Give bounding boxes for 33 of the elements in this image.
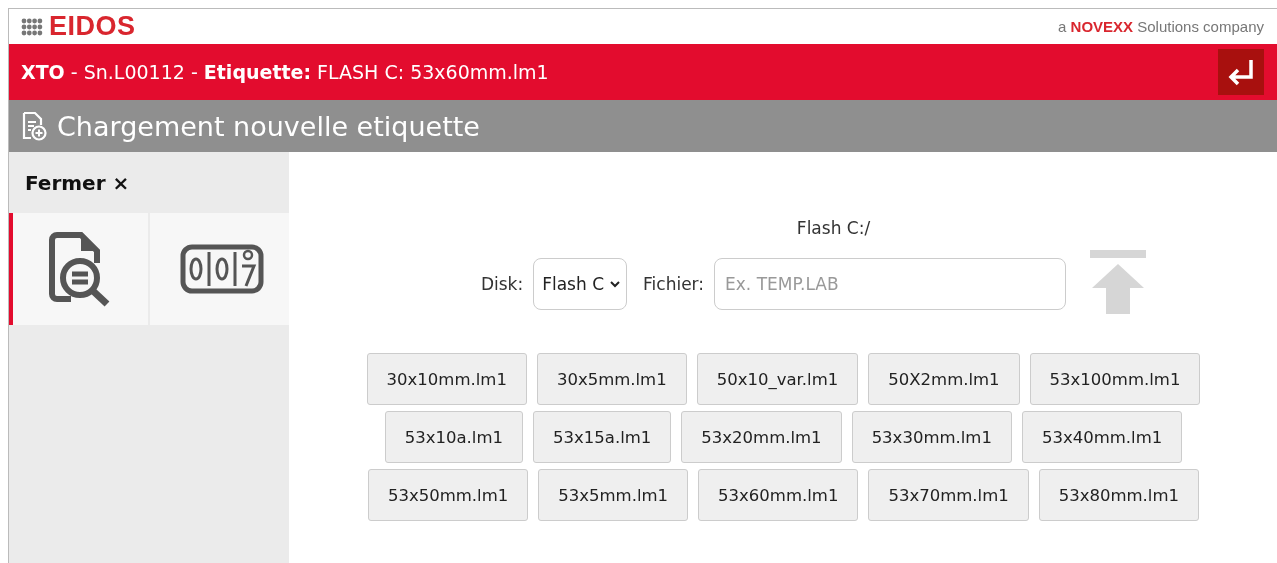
new-document-icon (21, 111, 47, 141)
return-button[interactable] (1218, 49, 1264, 95)
label-file-button[interactable]: 53x60mm.lm1 (698, 469, 859, 521)
return-arrow-icon (1226, 57, 1256, 87)
label-file-button[interactable]: 53x40mm.lm1 (1021, 411, 1183, 463)
label-file-button[interactable]: 50X2mm.lm1 (868, 353, 1020, 405)
counter-icon (179, 244, 264, 294)
disk-label: Disk: (480, 273, 524, 294)
disk-select[interactable]: Flash C (533, 257, 628, 310)
label-file-button[interactable]: 53x30mm.lm1 (851, 411, 1012, 463)
label-file-button[interactable]: 53x5mm.lm1 (538, 469, 689, 521)
label-file-button[interactable]: 53x70mm.lm1 (868, 469, 1029, 521)
label-file-button[interactable]: 53x80mm.lm1 (1038, 469, 1200, 521)
sidebar-tab[interactable] (150, 213, 289, 325)
printer-title: XTO - Sn.L00112 - Etiquette: FLASH C: 53x60mm.lm1 (21, 61, 549, 83)
label-file-button[interactable]: 30x10mm.lm1 (366, 353, 527, 405)
section-title: Chargement nouvelle etiquette (57, 110, 480, 142)
current-path: Flash C:/ (796, 218, 871, 238)
label-file-button[interactable]: 53x100mm.lm1 (1029, 353, 1201, 405)
label-file-button[interactable]: 50x10_var.lm1 (696, 353, 859, 405)
sidebar-tab[interactable] (9, 213, 148, 325)
label-file-button[interactable]: 53x50mm.lm1 (367, 469, 529, 521)
logo-dots-icon (21, 17, 43, 36)
logo: EIDOS (49, 11, 136, 42)
tagline: a NOVEXX Solutions company (1058, 18, 1264, 35)
file-name-field[interactable]: Ex. TEMP.LAB (714, 257, 1067, 310)
label-file-button[interactable]: 53x10a.lm1 (384, 411, 524, 463)
chevron-down-icon (610, 279, 621, 288)
file-label: Fichier: (643, 273, 705, 294)
close-button[interactable]: Fermer × (9, 152, 130, 213)
label-file-button[interactable]: 30x5mm.lm1 (536, 353, 687, 405)
label-file-button[interactable]: 53x20mm.lm1 (681, 411, 842, 463)
label-file-button[interactable]: 53x15a.lm1 (533, 411, 672, 463)
